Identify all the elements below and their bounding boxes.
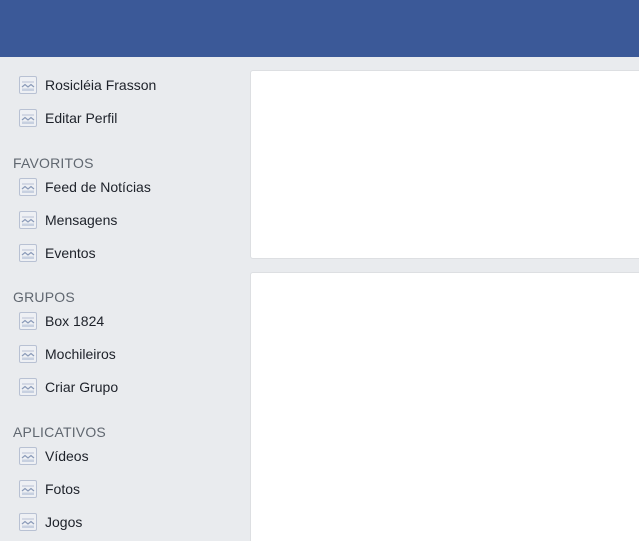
sidebar-item-label: Eventos xyxy=(45,245,96,261)
sidebar-item-create-group[interactable]: Criar Grupo xyxy=(19,376,118,398)
section-title-groups: GRUPOS xyxy=(13,289,75,305)
sidebar-item-games[interactable]: Jogos xyxy=(19,511,82,533)
section-title-favorites: FAVORITOS xyxy=(13,155,94,171)
sidebar-item-messages[interactable]: Mensagens xyxy=(19,209,117,231)
sidebar-item-news-feed[interactable]: Feed de Notícias xyxy=(19,176,151,198)
sidebar-item-label: Box 1824 xyxy=(45,313,105,329)
content-card-top xyxy=(250,70,639,259)
sidebar-item-label: Mochileiros xyxy=(45,346,116,362)
sidebar-item-label: Fotos xyxy=(45,481,81,497)
image-placeholder-icon xyxy=(19,480,37,498)
sidebar-item-label: Editar Perfil xyxy=(45,110,118,126)
sidebar-item-label: Vídeos xyxy=(45,448,89,464)
sidebar-item-profile[interactable]: Rosicléia Frasson xyxy=(19,74,156,96)
sidebar-item-label: Criar Grupo xyxy=(45,379,119,395)
sidebar-item-events[interactable]: Eventos xyxy=(19,242,96,264)
image-placeholder-icon xyxy=(19,244,37,262)
image-placeholder-icon xyxy=(19,178,37,196)
image-placeholder-icon xyxy=(19,211,37,229)
image-placeholder-icon xyxy=(19,513,37,531)
content-card-bottom xyxy=(250,272,639,541)
left-sidebar: Rosicléia Frasson Editar Perfil FAVORITO… xyxy=(0,57,240,540)
image-placeholder-icon xyxy=(19,378,37,396)
image-placeholder-icon xyxy=(19,345,37,363)
sidebar-item-label: Feed de Notícias xyxy=(45,179,151,195)
image-placeholder-icon xyxy=(19,312,37,330)
sidebar-item-label: Mensagens xyxy=(45,212,118,228)
section-title-apps: APLICATIVOS xyxy=(13,424,106,440)
image-placeholder-icon xyxy=(19,109,37,127)
image-placeholder-icon xyxy=(19,76,37,94)
sidebar-item-group-box-1824[interactable]: Box 1824 xyxy=(19,310,104,332)
sidebar-item-label: Rosicléia Frasson xyxy=(45,77,157,93)
sidebar-item-videos[interactable]: Vídeos xyxy=(19,445,89,467)
sidebar-item-group-mochileiros[interactable]: Mochileiros xyxy=(19,343,116,365)
sidebar-item-label: Jogos xyxy=(45,514,83,530)
image-placeholder-icon xyxy=(19,447,37,465)
top-bar xyxy=(0,0,639,57)
sidebar-item-photos[interactable]: Fotos xyxy=(19,478,80,500)
sidebar-item-edit-profile[interactable]: Editar Perfil xyxy=(19,107,117,129)
